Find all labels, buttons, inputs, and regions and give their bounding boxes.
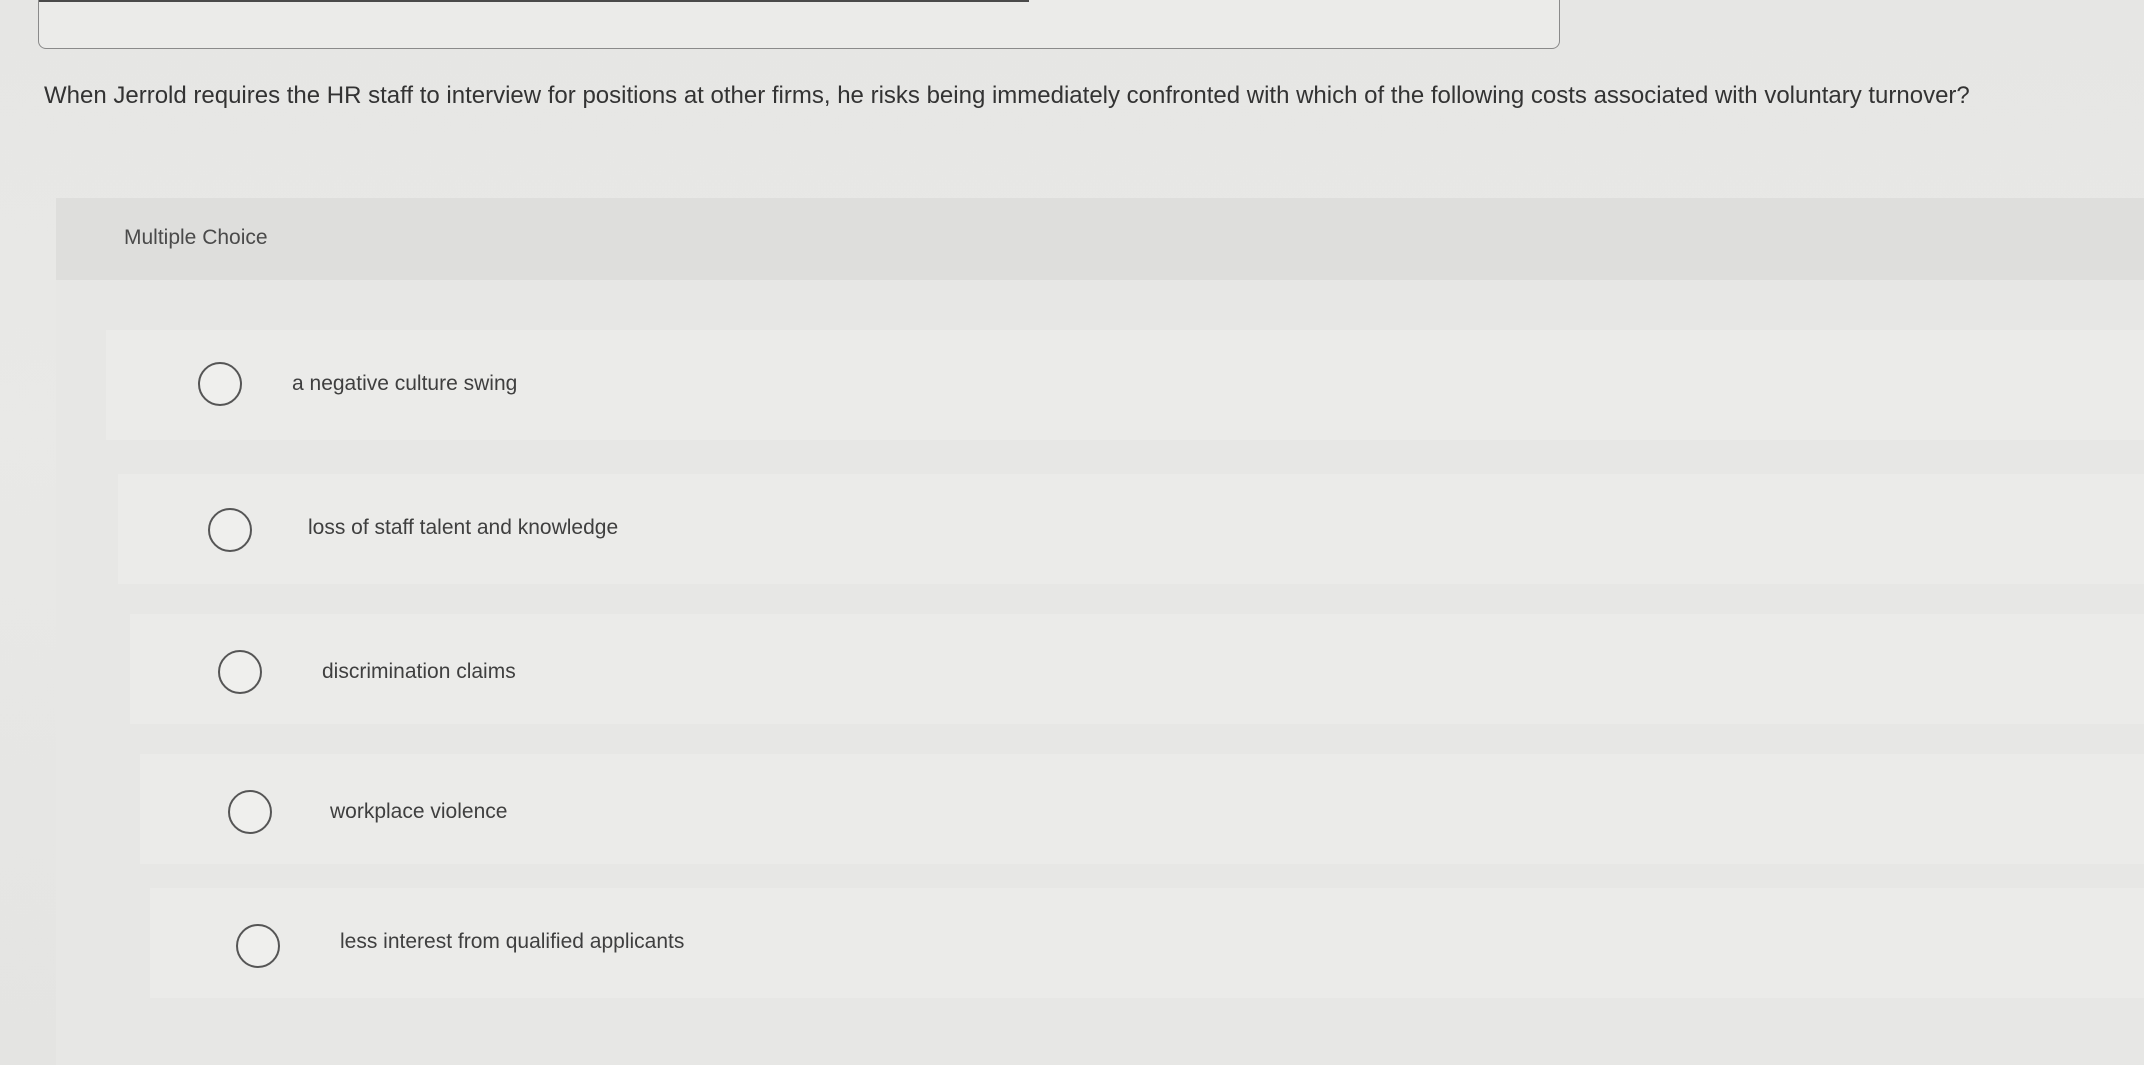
panel-title: Multiple Choice: [124, 226, 268, 249]
option-label-5: less interest from qualified applicants: [340, 930, 685, 953]
option-5[interactable]: less interest from qualified applicants: [150, 888, 2144, 998]
radio-button-4[interactable]: [228, 790, 272, 834]
option-label-3: discrimination claims: [322, 660, 516, 683]
multiple-choice-panel: Multiple Choice a negative culture swing…: [56, 198, 2144, 1065]
radio-button-2[interactable]: [208, 508, 252, 552]
option-1[interactable]: a negative culture swing: [106, 330, 2144, 440]
question-text: When Jerrold requires the HR staff to in…: [44, 82, 1970, 109]
option-4[interactable]: workplace violence: [140, 754, 2144, 864]
option-2[interactable]: loss of staff talent and knowledge: [118, 474, 2144, 584]
radio-button-3[interactable]: [218, 650, 262, 694]
option-3[interactable]: discrimination claims: [130, 614, 2144, 724]
panel-header: Multiple Choice: [56, 198, 2144, 280]
progress-bar: [39, 0, 1029, 2]
option-label-4: workplace violence: [330, 800, 508, 823]
option-label-2: loss of staff talent and knowledge: [308, 516, 619, 539]
radio-button-1[interactable]: [198, 362, 242, 406]
radio-button-5[interactable]: [236, 924, 280, 968]
answer-box: [38, 0, 1560, 49]
option-label-1: a negative culture swing: [292, 372, 518, 395]
